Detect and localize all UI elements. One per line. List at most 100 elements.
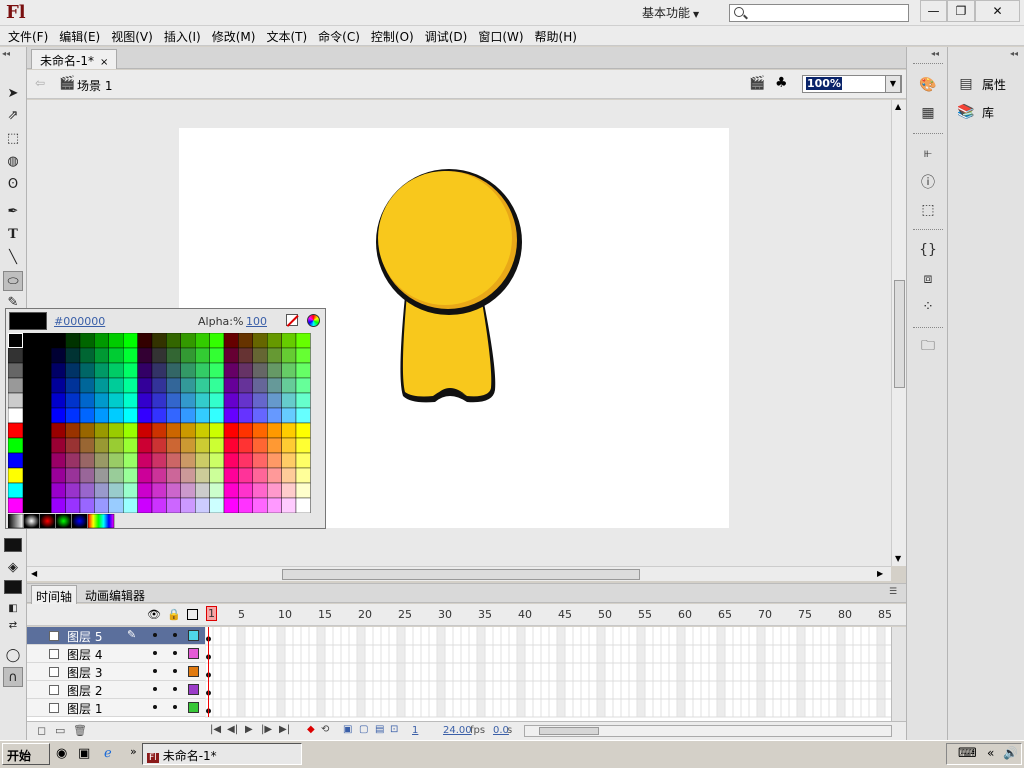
text-tool-icon[interactable]: T bbox=[3, 224, 23, 244]
layer-outline-color[interactable] bbox=[188, 702, 199, 713]
more-icon[interactable]: » bbox=[130, 745, 137, 758]
outline-icon[interactable] bbox=[187, 609, 198, 620]
workspace-switcher[interactable]: 基本功能 ▼ bbox=[633, 2, 715, 22]
edit-symbols-icon[interactable]: ♣ bbox=[775, 75, 788, 91]
swatch-grid[interactable] bbox=[8, 333, 326, 513]
layer-row[interactable]: 图层 3 bbox=[27, 663, 205, 681]
layer-name[interactable]: 图层 5 bbox=[67, 628, 102, 645]
swap-colors-icon[interactable]: ⇄ bbox=[3, 615, 23, 635]
menu-item[interactable]: 插入(I) bbox=[164, 26, 201, 45]
menu-item[interactable]: 窗口(W) bbox=[478, 26, 523, 45]
properties-panel-button[interactable]: ▤ 属性 bbox=[956, 73, 1006, 95]
play-icon[interactable]: ▶ bbox=[245, 724, 253, 735]
actions-panel-icon[interactable]: {} bbox=[917, 240, 939, 260]
hex-value-field[interactable]: #000000 bbox=[54, 315, 105, 328]
expand-panels-icon[interactable]: ◂◂ bbox=[931, 49, 939, 58]
no-color-icon[interactable] bbox=[286, 314, 298, 326]
layer-row[interactable]: 图层 5 ✎ bbox=[27, 627, 205, 645]
help-search-input[interactable] bbox=[729, 4, 909, 22]
minimize-button[interactable]: — bbox=[920, 0, 947, 22]
media-player-icon[interactable]: ◉ bbox=[56, 746, 67, 761]
layer-outline-color[interactable] bbox=[188, 684, 199, 695]
collapse-icon[interactable]: ◂◂ bbox=[2, 49, 10, 58]
scroll-down-icon[interactable]: ▼ bbox=[895, 554, 901, 563]
selection-tool-icon[interactable]: ➤ bbox=[3, 83, 23, 103]
layer-row[interactable]: 图层 4 bbox=[27, 645, 205, 663]
edit-scene-icon[interactable]: 🎬 bbox=[749, 76, 765, 91]
color-picker-icon[interactable] bbox=[307, 314, 320, 327]
menu-item[interactable]: 文本(T) bbox=[266, 26, 307, 45]
edit-multiple-icon[interactable]: ▤ bbox=[375, 724, 384, 735]
menu-item[interactable]: 视图(V) bbox=[111, 26, 153, 45]
3d-rotation-tool-icon[interactable]: ◍ bbox=[3, 151, 23, 171]
motion-presets-icon[interactable]: ⁘ bbox=[917, 297, 939, 317]
menu-item[interactable]: 调试(D) bbox=[425, 26, 468, 45]
layer-row[interactable]: 图层 1 bbox=[27, 699, 205, 717]
restore-button[interactable]: ❐ bbox=[947, 0, 975, 22]
visibility-dot[interactable] bbox=[153, 633, 157, 637]
lock-icon[interactable]: 🔒 bbox=[167, 608, 181, 621]
close-window-button[interactable]: ✕ bbox=[975, 0, 1020, 22]
timeline-horizontal-scrollbar[interactable] bbox=[524, 725, 892, 737]
visibility-dot[interactable] bbox=[153, 651, 157, 655]
stage-vertical-scrollbar[interactable]: ▲ ▼ bbox=[891, 100, 906, 566]
desktop-icon[interactable]: ▣ bbox=[78, 746, 90, 761]
menu-item[interactable]: 编辑(E) bbox=[59, 26, 100, 45]
zoom-dropdown-icon[interactable]: ▼ bbox=[885, 75, 901, 93]
layer-outline-color[interactable] bbox=[188, 630, 199, 641]
next-frame-icon[interactable]: |▶ bbox=[261, 724, 272, 735]
line-tool-icon[interactable]: ╲ bbox=[3, 247, 23, 267]
menu-item[interactable]: 命令(C) bbox=[318, 26, 360, 45]
frame-rate[interactable]: 24.00 bbox=[443, 725, 472, 736]
first-frame-icon[interactable]: |◀ bbox=[210, 724, 221, 735]
panel-menu-icon[interactable]: ☰ bbox=[889, 587, 897, 597]
visibility-dot[interactable] bbox=[153, 687, 157, 691]
document-tab[interactable]: 未命名-1* × bbox=[31, 49, 118, 69]
oval-tool-icon[interactable]: ⬭ bbox=[3, 271, 23, 291]
start-button[interactable]: 开始 bbox=[2, 743, 50, 765]
fill-color-icon[interactable] bbox=[3, 577, 23, 597]
subselection-tool-icon[interactable]: ⇗ bbox=[3, 105, 23, 125]
visibility-dot[interactable] bbox=[153, 705, 157, 709]
free-transform-tool-icon[interactable]: ⬚ bbox=[3, 128, 23, 148]
onion-skin-icon[interactable]: ▣ bbox=[343, 724, 352, 735]
swatches-panel-icon[interactable]: ▦ bbox=[917, 103, 939, 123]
onion-outline-icon[interactable]: ▢ bbox=[359, 724, 368, 735]
menu-item[interactable]: 修改(M) bbox=[212, 26, 256, 45]
lock-dot[interactable] bbox=[173, 705, 177, 709]
lock-dot[interactable] bbox=[173, 669, 177, 673]
current-frame[interactable]: 1 bbox=[412, 725, 418, 736]
snap-magnet-icon[interactable]: ∩ bbox=[3, 667, 23, 687]
loop-icon[interactable]: ⟲ bbox=[321, 724, 329, 735]
tab-motion-editor[interactable]: 动画编辑器 bbox=[81, 585, 149, 606]
close-tab-icon[interactable]: × bbox=[100, 57, 108, 68]
vertical-scroll-thumb[interactable] bbox=[894, 280, 905, 388]
pen-tool-icon[interactable]: ✒ bbox=[3, 201, 23, 221]
info-panel-icon[interactable]: ⓘ bbox=[917, 172, 939, 192]
last-frame-icon[interactable]: ▶| bbox=[279, 724, 290, 735]
layer-row[interactable]: 图层 2 bbox=[27, 681, 205, 699]
center-frame-icon[interactable]: ◆ bbox=[307, 724, 315, 735]
layer-name[interactable]: 图层 1 bbox=[67, 700, 102, 717]
color-panel-icon[interactable]: 🎨 bbox=[917, 75, 939, 95]
stage-horizontal-scrollbar[interactable]: ◀ ▶ bbox=[27, 566, 891, 581]
back-arrow-icon[interactable]: ⇦ bbox=[35, 76, 45, 90]
transform-panel-icon[interactable]: ⬚ bbox=[917, 200, 939, 220]
modify-markers-icon[interactable]: ⊡ bbox=[390, 724, 398, 735]
layer-name[interactable]: 图层 3 bbox=[67, 664, 102, 681]
menu-item[interactable]: 帮助(H) bbox=[535, 26, 577, 45]
scroll-up-icon[interactable]: ▲ bbox=[895, 102, 901, 111]
scroll-left-icon[interactable]: ◀ bbox=[31, 569, 37, 578]
library-panel-button[interactable]: 📚 库 bbox=[956, 101, 994, 123]
layer-outline-color[interactable] bbox=[188, 648, 199, 659]
yellow-character[interactable] bbox=[375, 168, 523, 406]
layer-name[interactable]: 图层 2 bbox=[67, 682, 102, 699]
layer-name[interactable]: 图层 4 bbox=[67, 646, 102, 663]
volume-icon[interactable]: 🔊 bbox=[1003, 746, 1018, 760]
lock-dot[interactable] bbox=[173, 633, 177, 637]
lasso-tool-icon[interactable]: ʘ bbox=[3, 174, 23, 194]
layer-outline-color[interactable] bbox=[188, 666, 199, 677]
tray-expand-icon[interactable]: « bbox=[987, 746, 994, 760]
project-panel-icon[interactable]: 🗀 bbox=[917, 337, 939, 357]
menu-item[interactable]: 控制(O) bbox=[371, 26, 414, 45]
